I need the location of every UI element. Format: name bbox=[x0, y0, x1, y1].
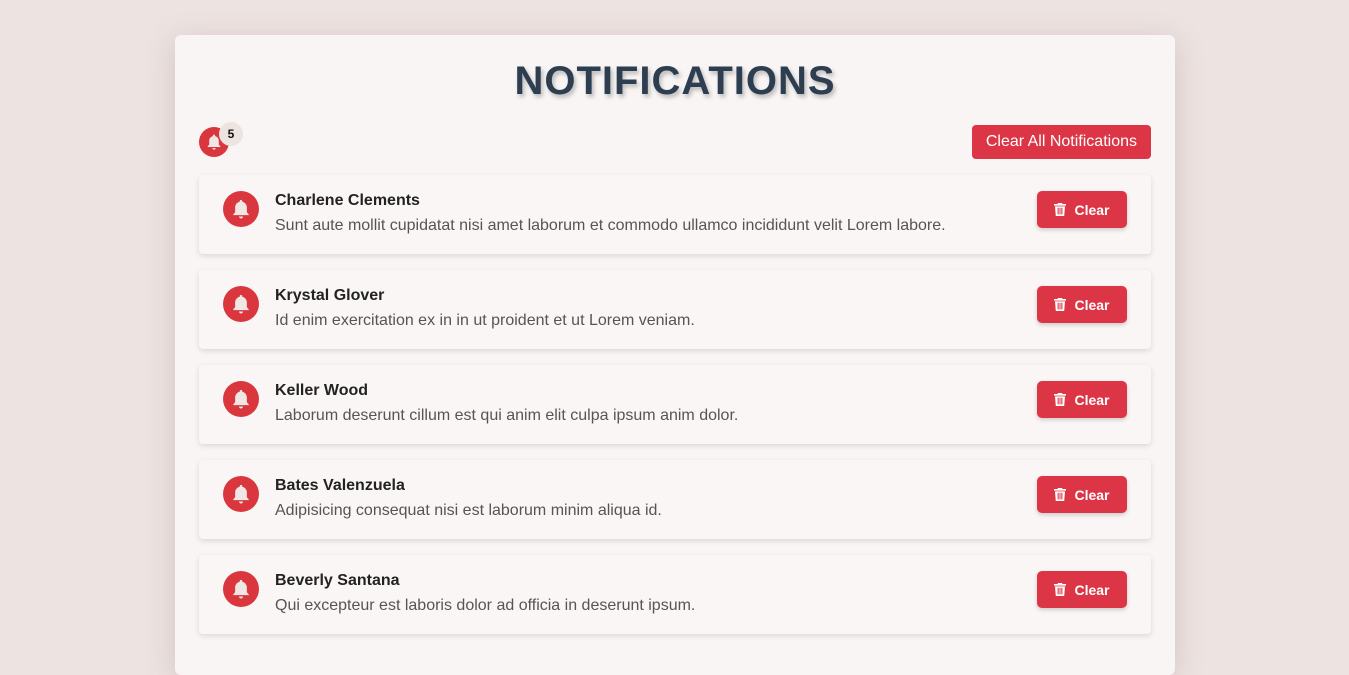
clear-notification-button[interactable]: Clear bbox=[1037, 571, 1127, 608]
notification-sender: Krystal Glover bbox=[275, 287, 385, 304]
bell-icon bbox=[223, 286, 259, 322]
notification-counter: 5 bbox=[199, 122, 249, 161]
bell-icon bbox=[223, 476, 259, 512]
notification-item: Beverly Santana Qui excepteur est labori… bbox=[199, 555, 1151, 634]
clear-notification-button[interactable]: Clear bbox=[1037, 191, 1127, 228]
notification-sender: Beverly Santana bbox=[275, 572, 400, 589]
clear-label: Clear bbox=[1074, 486, 1110, 503]
notification-item: Charlene Clements Sunt aute mollit cupid… bbox=[199, 175, 1151, 254]
bell-icon bbox=[223, 571, 259, 607]
trash-icon bbox=[1054, 488, 1067, 501]
clear-all-button[interactable]: Clear All Notifications bbox=[971, 125, 1151, 159]
clear-label: Clear bbox=[1074, 201, 1110, 218]
trash-icon bbox=[1054, 298, 1067, 311]
notification-message: Id enim exercitation ex in in ut proiden… bbox=[275, 312, 695, 329]
clear-label: Clear bbox=[1074, 391, 1110, 408]
notification-sender: Charlene Clements bbox=[275, 192, 420, 209]
bell-icon bbox=[223, 191, 259, 227]
notification-sender: Keller Wood bbox=[275, 382, 369, 399]
clear-notification-button[interactable]: Clear bbox=[1037, 286, 1127, 323]
notification-message: Adipisicing consequat nisi est laborum m… bbox=[275, 502, 662, 519]
clear-notification-button[interactable]: Clear bbox=[1037, 381, 1127, 418]
clear-notification-button[interactable]: Clear bbox=[1037, 476, 1127, 513]
trash-icon bbox=[1054, 393, 1067, 406]
notification-sender: Bates Valenzuela bbox=[275, 477, 405, 494]
notifications-panel: NOTIFICATIONS 5 Clear All Notifications … bbox=[175, 35, 1175, 675]
notification-message: Laborum deserunt cillum est qui anim eli… bbox=[275, 407, 739, 424]
notification-item: Bates Valenzuela Adipisicing consequat n… bbox=[199, 460, 1151, 539]
notification-message: Qui excepteur est laboris dolor ad offic… bbox=[275, 597, 696, 614]
trash-icon bbox=[1054, 583, 1067, 596]
notification-item: Krystal Glover Id enim exercitation ex i… bbox=[199, 270, 1151, 349]
count-badge: 5 bbox=[219, 122, 243, 146]
clear-label: Clear bbox=[1074, 581, 1110, 598]
trash-icon bbox=[1054, 203, 1067, 216]
notification-message: Sunt aute mollit cupidatat nisi amet lab… bbox=[275, 217, 946, 234]
clear-label: Clear bbox=[1074, 296, 1110, 313]
notification-item: Keller Wood Laborum deserunt cillum est … bbox=[199, 365, 1151, 444]
bell-icon bbox=[223, 381, 259, 417]
page-title: NOTIFICATIONS bbox=[514, 59, 836, 103]
notification-list: Charlene Clements Sunt aute mollit cupid… bbox=[199, 175, 1151, 650]
